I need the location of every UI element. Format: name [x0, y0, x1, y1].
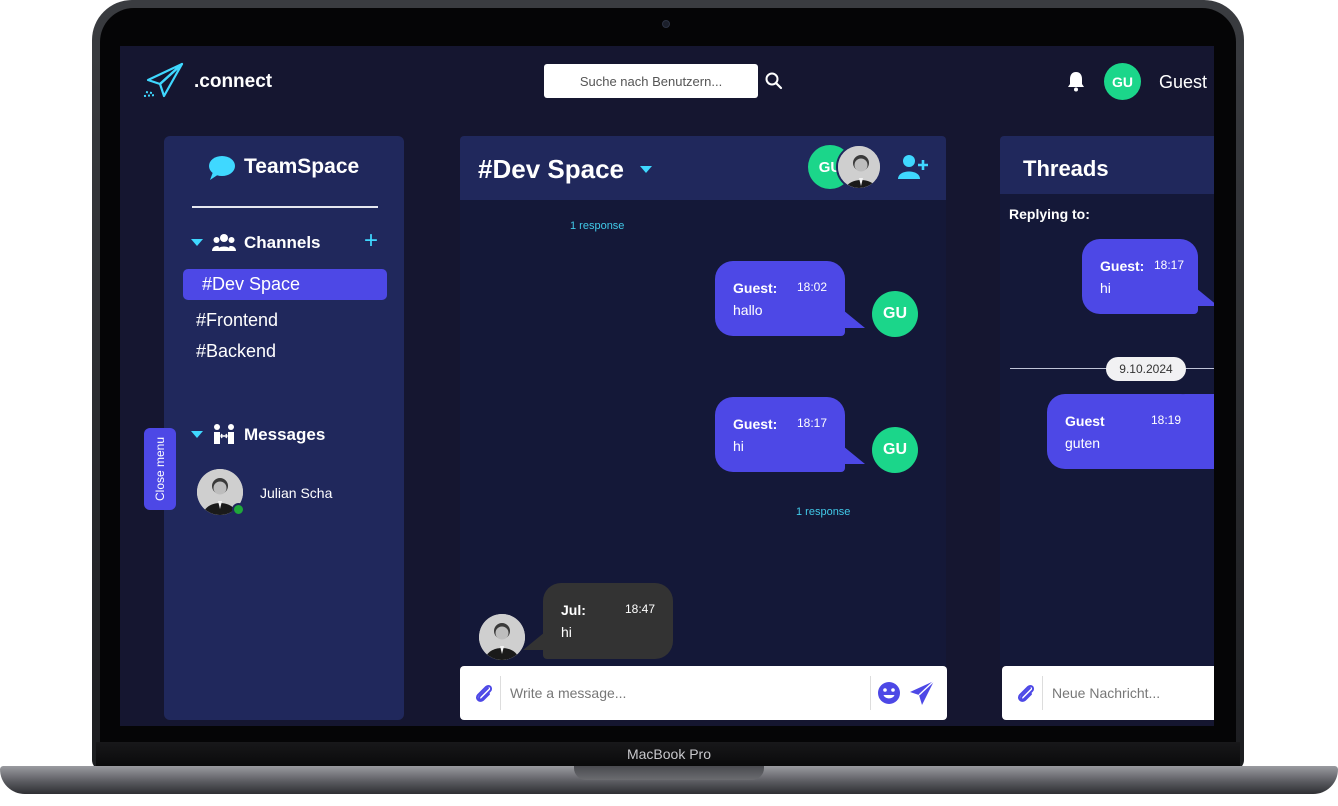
bubble-tail	[843, 310, 865, 328]
message-time: 18:02	[796, 280, 827, 294]
message-time: 18:17	[1153, 258, 1184, 272]
message-sender: Guest:	[733, 416, 778, 432]
chevron-down-icon[interactable]	[191, 239, 203, 246]
thread-input[interactable]	[1052, 680, 1212, 706]
bubble-tail	[523, 632, 545, 650]
message-sender: Guest:	[733, 280, 778, 296]
laptop-notch	[574, 766, 764, 780]
bell-icon[interactable]	[1064, 69, 1088, 93]
thread-composer	[1002, 666, 1214, 720]
message-bubble[interactable]: Guest: 18:02 hallo	[715, 261, 845, 336]
thread-response-link[interactable]: 1 response	[796, 506, 850, 518]
dm-name[interactable]: Julian Scha	[260, 485, 332, 501]
message-sender: Guest:	[1100, 258, 1145, 274]
paperclip-icon[interactable]	[1016, 682, 1036, 704]
chevron-down-icon[interactable]	[640, 166, 652, 173]
online-status-dot	[232, 503, 245, 516]
add-channel-button[interactable]: +	[364, 229, 378, 253]
brand-name: .connect	[194, 71, 273, 92]
channel-item-backend[interactable]: #Backend	[183, 336, 387, 367]
close-menu-button[interactable]: Close menu	[144, 428, 176, 510]
user-name[interactable]: Guest	[1159, 72, 1207, 93]
divider	[870, 676, 871, 710]
thread-response-link[interactable]: 1 response	[570, 220, 624, 232]
threads-title: Threads	[1023, 156, 1109, 181]
divider	[1042, 676, 1043, 710]
divider	[192, 206, 378, 208]
app-screen: .connect GU Guest TeamSpace Channels + #…	[120, 46, 1214, 726]
emoji-icon[interactable]	[877, 681, 901, 705]
search-icon[interactable]	[764, 71, 784, 91]
workspace-title: TeamSpace	[244, 155, 360, 178]
paper-plane-icon	[143, 62, 184, 98]
thread-reply-bubble[interactable]: Guest 18:19 guten	[1047, 394, 1199, 469]
message-input[interactable]	[510, 680, 860, 706]
bubble-tail	[843, 446, 865, 464]
camera-icon	[662, 20, 670, 28]
device-label: MacBook Pro	[626, 746, 712, 762]
sidebar: TeamSpace Channels + #Dev Space #Fronten…	[164, 136, 404, 720]
channel-header: #Dev Space GU	[460, 136, 946, 200]
member-avatar-photo[interactable]	[836, 144, 882, 190]
message-time: 18:47	[624, 602, 655, 616]
message-text: hi	[561, 624, 572, 640]
user-search-input[interactable]	[544, 64, 758, 98]
users-icon	[212, 234, 236, 251]
user-avatar[interactable]: GU	[1104, 63, 1141, 100]
message-sender: Jul:	[561, 602, 586, 618]
thread-original-bubble[interactable]: Guest: 18:17 hi	[1082, 239, 1198, 314]
message-avatar[interactable]: GU	[872, 291, 918, 337]
threads-header: Threads	[1000, 136, 1214, 194]
message-avatar[interactable]: GU	[872, 427, 918, 473]
message-text: hi	[1100, 280, 1111, 296]
message-text: guten	[1065, 435, 1101, 451]
message-list: 1 response Guest: 18:02 hallo GU Guest: …	[460, 200, 946, 666]
message-bubble[interactable]: Guest: 18:17 hi	[715, 397, 845, 472]
message-text: hi	[733, 438, 744, 454]
paperclip-icon[interactable]	[474, 682, 494, 704]
chat-bubble-icon	[209, 156, 235, 180]
message-time: 18:17	[796, 416, 827, 430]
thread-message-list: Replying to: Guest: 18:17 hi 9.10.2024 G…	[1000, 194, 1214, 666]
chevron-down-icon[interactable]	[191, 431, 203, 438]
channel-item-dev-space[interactable]: #Dev Space	[183, 269, 387, 300]
divider	[500, 676, 501, 710]
message-text: hallo	[733, 302, 763, 318]
messages-heading[interactable]: Messages	[244, 425, 325, 445]
message-sender: Guest	[1065, 413, 1105, 429]
channels-heading[interactable]: Channels	[244, 233, 321, 253]
replying-label: Replying to:	[1009, 206, 1090, 222]
message-composer	[460, 666, 947, 720]
people-arrows-icon	[214, 424, 234, 444]
date-separator: 9.10.2024	[1106, 357, 1186, 381]
message-time: 18:19	[1150, 413, 1181, 427]
bubble-tail	[1196, 288, 1214, 306]
add-user-icon[interactable]	[898, 154, 928, 180]
channel-item-frontend[interactable]: #Frontend	[183, 305, 387, 336]
close-menu-label: Close menu	[153, 436, 167, 502]
channel-title[interactable]: #Dev Space	[478, 154, 624, 185]
message-bubble[interactable]: Jul: 18:47 hi	[543, 583, 673, 659]
send-icon[interactable]	[909, 680, 935, 706]
message-avatar-photo[interactable]	[479, 614, 525, 660]
